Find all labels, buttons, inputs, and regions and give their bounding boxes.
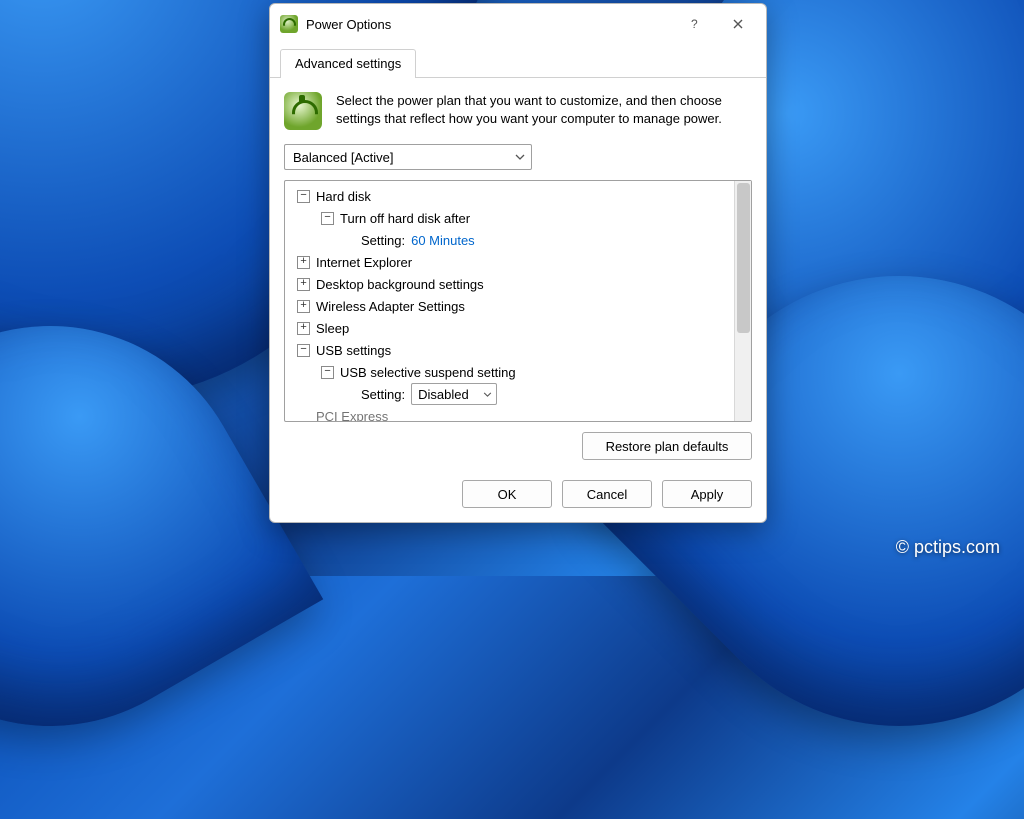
usb-setting-value: Disabled [418,387,469,402]
collapse-icon[interactable]: − [297,190,310,203]
plan-selector-value: Balanced [Active] [293,150,393,165]
cancel-button[interactable]: Cancel [562,480,652,508]
svg-text:?: ? [691,18,698,30]
intro-text: Select the power plan that you want to c… [336,92,752,130]
intro-row: Select the power plan that you want to c… [284,92,752,130]
power-options-dialog: Power Options ? Advanced settings Select… [269,3,767,523]
titlebar: Power Options ? [270,4,766,44]
node-label: Turn off hard disk after [340,211,470,226]
setting-label: Setting: [361,233,405,248]
node-label: Internet Explorer [316,255,412,270]
node-label: PCI Express [316,409,388,422]
window-title: Power Options [306,17,672,32]
tree-node-usb-selective-suspend[interactable]: − USB selective suspend setting [287,361,732,383]
plan-selector[interactable]: Balanced [Active] [284,144,532,170]
tab-advanced-settings[interactable]: Advanced settings [280,49,416,78]
collapse-icon[interactable]: − [321,212,334,225]
watermark: © pctips.com [896,537,1000,558]
scrollbar-thumb[interactable] [737,183,750,333]
close-button[interactable] [716,9,760,39]
node-label: Hard disk [316,189,371,204]
setting-value-link[interactable]: 60 Minutes [411,233,475,248]
expand-icon[interactable]: + [297,322,310,335]
tree-node-hard-disk[interactable]: − Hard disk [287,185,732,207]
tree-node-internet-explorer[interactable]: + Internet Explorer [287,251,732,273]
tree-content[interactable]: − Hard disk − Turn off hard disk after S… [285,181,734,421]
setting-label: Setting: [361,387,405,402]
panel: Select the power plan that you want to c… [270,78,766,470]
tree-node-sleep[interactable]: + Sleep [287,317,732,339]
tree-node-desktop-background[interactable]: + Desktop background settings [287,273,732,295]
expand-icon[interactable]: + [297,300,310,313]
tree-node-usb-setting[interactable]: Setting: Disabled [287,383,732,405]
tree-node-hard-disk-setting[interactable]: Setting: 60 Minutes [287,229,732,251]
node-label: Sleep [316,321,349,336]
settings-tree: − Hard disk − Turn off hard disk after S… [284,180,752,422]
node-label: Desktop background settings [316,277,484,292]
chevron-down-icon [483,392,492,397]
restore-defaults-button[interactable]: Restore plan defaults [582,432,752,460]
expand-icon[interactable]: + [297,256,310,269]
tree-node-wireless-adapter[interactable]: + Wireless Adapter Settings [287,295,732,317]
power-plan-large-icon [284,92,322,130]
node-label: USB settings [316,343,391,358]
collapse-icon[interactable]: − [321,366,334,379]
tabstrip: Advanced settings [270,44,766,78]
dialog-footer: OK Cancel Apply [270,470,766,522]
tree-node-turn-off-hard-disk[interactable]: − Turn off hard disk after [287,207,732,229]
node-label: Wireless Adapter Settings [316,299,465,314]
chevron-down-icon [515,154,525,160]
tree-node-usb-settings[interactable]: − USB settings [287,339,732,361]
node-label: USB selective suspend setting [340,365,516,380]
apply-button[interactable]: Apply [662,480,752,508]
scrollbar[interactable] [734,181,751,421]
power-plan-icon [280,15,298,33]
collapse-icon[interactable]: − [297,344,310,357]
tree-node-pci-express[interactable]: + PCI Express [287,405,732,421]
expand-icon[interactable]: + [297,278,310,291]
help-button[interactable]: ? [672,9,716,39]
ok-button[interactable]: OK [462,480,552,508]
usb-setting-dropdown[interactable]: Disabled [411,383,497,405]
